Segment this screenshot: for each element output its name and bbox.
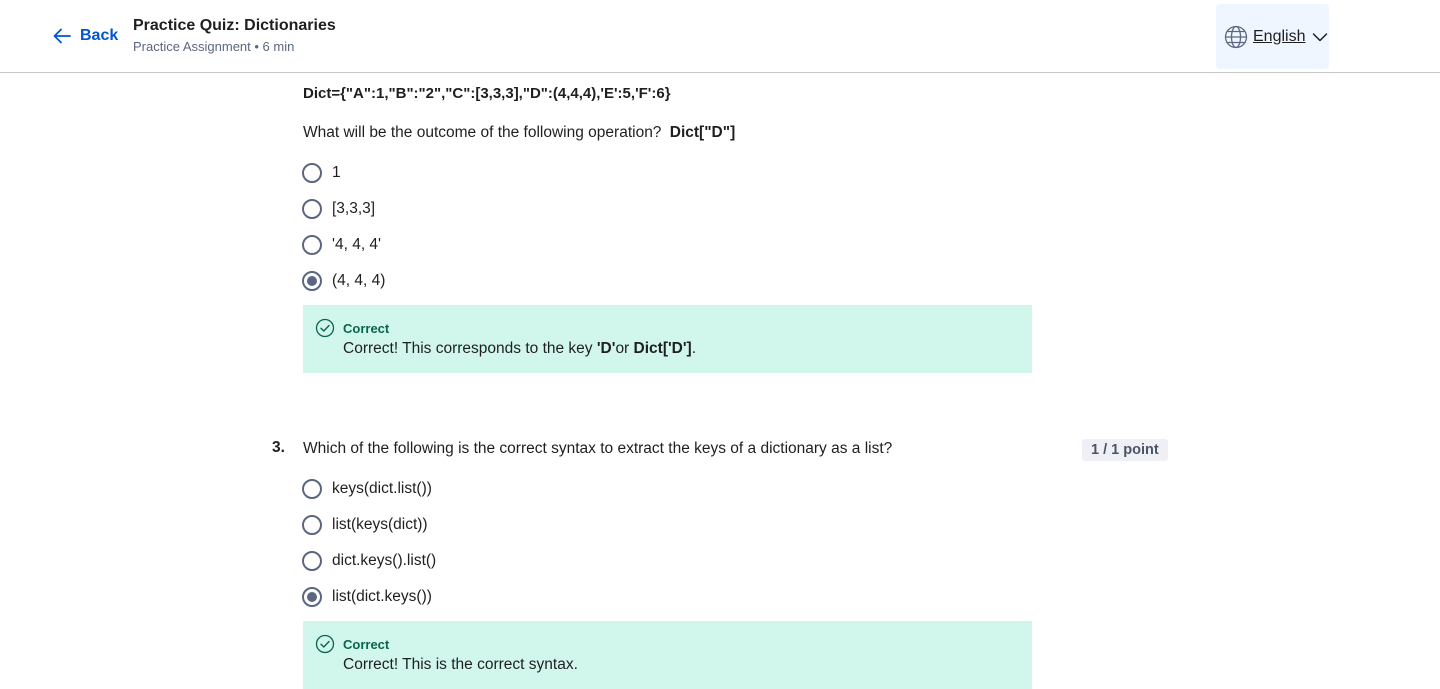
language-label: English	[1253, 27, 1306, 45]
feedback-correct: Correct Correct! This is the correct syn…	[303, 621, 1032, 689]
question-prompt-code: Dict["D"]	[669, 124, 736, 141]
back-button[interactable]: Back	[52, 24, 118, 48]
radio-button[interactable]	[302, 235, 322, 255]
question-number: 3.	[272, 439, 285, 456]
radio-button-checked[interactable]	[302, 271, 322, 291]
option-radio[interactable]: 1	[302, 162, 341, 184]
chevron-down-icon	[1313, 32, 1328, 41]
back-label: Back	[80, 27, 119, 44]
feedback-text-prefix: Correct! This corresponds to the key	[343, 340, 597, 357]
page-title: Practice Quiz: Dictionaries	[133, 17, 336, 34]
option-radio-selected[interactable]: list(dict.keys())	[302, 586, 432, 608]
option-label: keys(dict.list())	[332, 480, 432, 497]
page-subtitle: Practice Assignment • 6 min	[133, 39, 295, 54]
feedback-text-mid: or	[615, 340, 634, 357]
option-radio[interactable]: list(keys(dict))	[302, 514, 428, 536]
option-label: [3,3,3]	[332, 200, 376, 217]
radio-button[interactable]	[302, 479, 322, 499]
option-label: list(keys(dict))	[332, 516, 428, 533]
globe-icon	[1224, 25, 1248, 48]
option-radio[interactable]: keys(dict.list())	[302, 478, 432, 500]
feedback-title: Correct	[343, 320, 390, 336]
arrow-left-icon	[53, 28, 71, 44]
option-radio[interactable]: [3,3,3]	[302, 198, 375, 220]
radio-button[interactable]	[302, 551, 322, 571]
question-code-block: Dict={"A":1,"B":"2","C":[3,3,3],"D":(4,4…	[303, 85, 671, 102]
option-label: 1	[332, 164, 341, 181]
top-bar: Back Practice Quiz: Dictionaries Practic…	[0, 0, 1440, 73]
radio-button[interactable]	[302, 199, 322, 219]
check-circle-icon	[315, 318, 335, 338]
question-prompt: Which of the following is the correct sy…	[303, 440, 893, 457]
question-prompt-text: What will be the outcome of the followin…	[303, 124, 662, 141]
option-label: (4, 4, 4)	[332, 272, 386, 289]
feedback-text: Correct! This is the correct syntax.	[343, 656, 578, 673]
option-label: '4, 4, 4'	[332, 236, 382, 253]
option-radio[interactable]: dict.keys().list()	[302, 550, 436, 572]
radio-button[interactable]	[302, 163, 322, 183]
language-selector[interactable]: English	[1216, 4, 1329, 69]
radio-button[interactable]	[302, 515, 322, 535]
quiz-content: Dict={"A":1,"B":"2","C":[3,3,3],"D":(4,4…	[0, 73, 1440, 689]
points-badge: 1 / 1 point	[1082, 439, 1168, 461]
check-circle-icon	[315, 634, 335, 654]
title-block: Practice Quiz: Dictionaries Practice Ass…	[133, 16, 336, 57]
feedback-text-suffix: .	[691, 340, 697, 357]
feedback-dict-code: Dict['D']	[633, 340, 692, 357]
question-prompt: What will be the outcome of the followin…	[303, 123, 735, 143]
option-label: dict.keys().list()	[332, 552, 437, 569]
feedback-key-code: 'D'	[596, 340, 616, 357]
feedback-correct: Correct Correct! This corresponds to the…	[303, 305, 1032, 373]
option-label: list(dict.keys())	[332, 588, 432, 605]
feedback-title: Correct	[343, 636, 390, 652]
option-radio[interactable]: '4, 4, 4'	[302, 234, 381, 256]
radio-button-checked[interactable]	[302, 587, 322, 607]
option-radio-selected[interactable]: (4, 4, 4)	[302, 270, 385, 292]
feedback-text: Correct! This corresponds to the key 'D'…	[343, 340, 1032, 358]
